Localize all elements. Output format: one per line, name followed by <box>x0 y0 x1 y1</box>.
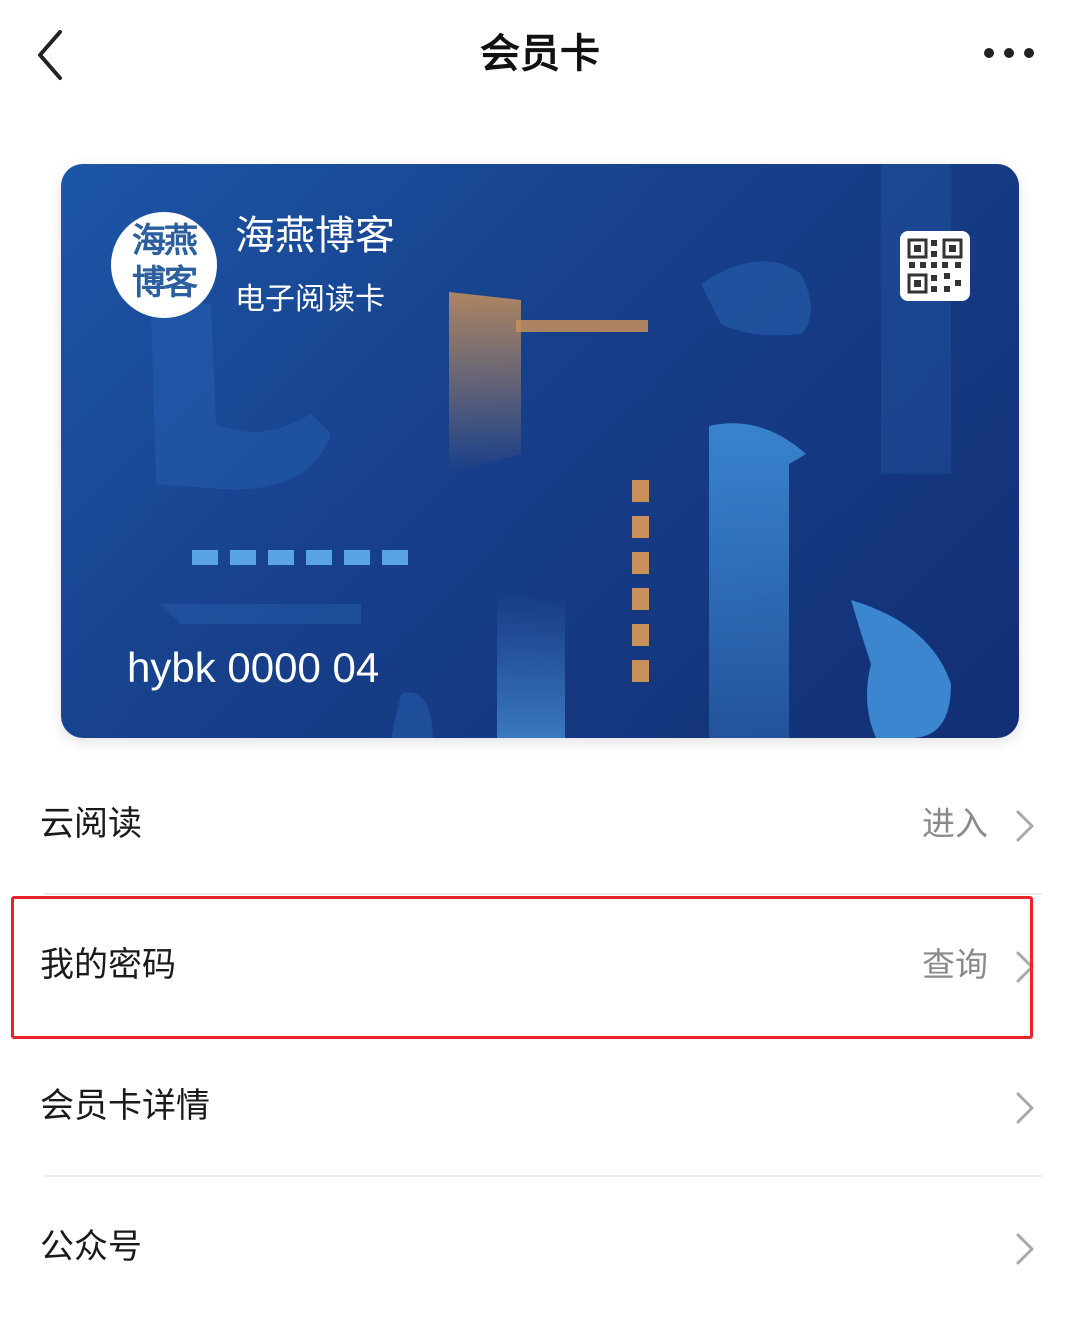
list-item-label: 云阅读 <box>40 804 142 844</box>
card-number: hybk 0000 04 <box>127 644 380 691</box>
list-item-action: 查询 <box>922 945 988 984</box>
chevron-right-icon <box>1016 951 1034 983</box>
qr-code-button[interactable] <box>900 231 970 301</box>
list-item-label: 会员卡详情 <box>40 1086 210 1126</box>
qr-code-icon <box>907 238 963 294</box>
logo-text-line1: 海燕 <box>132 221 198 261</box>
more-dots-icon <box>984 48 1034 58</box>
chevron-left-icon <box>38 30 62 80</box>
member-card[interactable]: 海燕 博客 海燕博客 电子阅读卡 hybk 0000 04 <box>61 164 1019 738</box>
chevron-right-icon <box>1016 1092 1034 1124</box>
list-item-official-account[interactable]: 公众号 <box>0 1177 1080 1318</box>
chevron-right-icon <box>1016 810 1034 842</box>
card-subtitle: 电子阅读卡 <box>235 282 385 317</box>
menu-list: 云阅读 进入 我的密码 查询 会员卡详情 公众号 <box>0 754 1080 1318</box>
list-item-action: 进入 <box>922 804 988 843</box>
list-item-my-password[interactable]: 我的密码 查询 <box>0 895 1080 1036</box>
list-item-cloud-reading[interactable]: 云阅读 进入 <box>0 754 1080 895</box>
list-item-label: 我的密码 <box>40 945 176 985</box>
chevron-right-icon <box>1016 1233 1034 1265</box>
more-button[interactable] <box>970 28 1050 78</box>
list-item-card-details[interactable]: 会员卡详情 <box>0 1036 1080 1177</box>
brand-logo: 海燕 博客 <box>111 212 217 318</box>
top-bar: 会员卡 <box>0 0 1080 110</box>
list-item-label: 公众号 <box>40 1227 142 1267</box>
page-title: 会员卡 <box>480 31 600 77</box>
back-button[interactable] <box>24 20 84 90</box>
card-name: 海燕博客 <box>235 213 395 259</box>
logo-text-line2: 博客 <box>132 263 198 303</box>
